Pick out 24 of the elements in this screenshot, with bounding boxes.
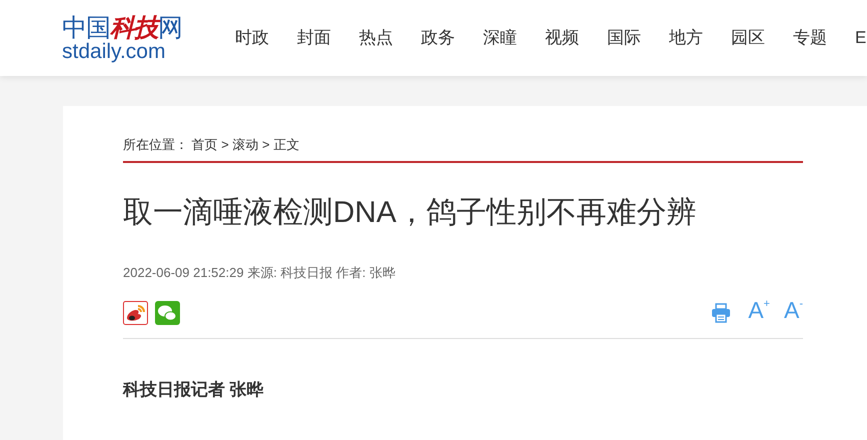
site-logo[interactable]: 中国科技网 stdaily.com: [62, 14, 182, 62]
nav-link[interactable]: E: [855, 25, 867, 51]
breadcrumb-label: 所在位置：: [123, 137, 189, 152]
nav-link[interactable]: 地方: [669, 25, 731, 51]
article-title: 取一滴唾液检测DNA，鸽子性别不再难分辨: [123, 194, 698, 230]
breadcrumb-link[interactable]: 首页: [192, 137, 218, 152]
article-meta: 2022-06-09 21:52:29 来源: 科技日报 作者: 张晔: [123, 264, 396, 282]
nav-link[interactable]: 园区: [731, 25, 793, 51]
breadcrumb-separator: >: [220, 137, 230, 152]
weibo-share-icon[interactable]: [123, 300, 148, 324]
print-icon[interactable]: [711, 302, 732, 322]
nav-link[interactable]: 国际: [607, 25, 669, 51]
breadcrumb-link[interactable]: 正文: [273, 137, 300, 152]
nav-link[interactable]: 深瞳: [483, 25, 545, 51]
nav-link[interactable]: 专题: [793, 25, 855, 51]
nav-link[interactable]: 视频: [545, 25, 607, 51]
breadcrumb-link[interactable]: 滚动: [232, 137, 258, 152]
nav-link[interactable]: 封面: [297, 25, 359, 51]
wechat-share-icon[interactable]: [155, 300, 180, 324]
byline: 科技日报记者 张晔: [123, 379, 265, 401]
breadcrumb-separator: >: [261, 137, 271, 152]
nav-link[interactable]: 热点: [359, 25, 421, 51]
nav-link[interactable]: 政务: [421, 25, 483, 51]
nav-link[interactable]: 时政: [235, 25, 297, 51]
